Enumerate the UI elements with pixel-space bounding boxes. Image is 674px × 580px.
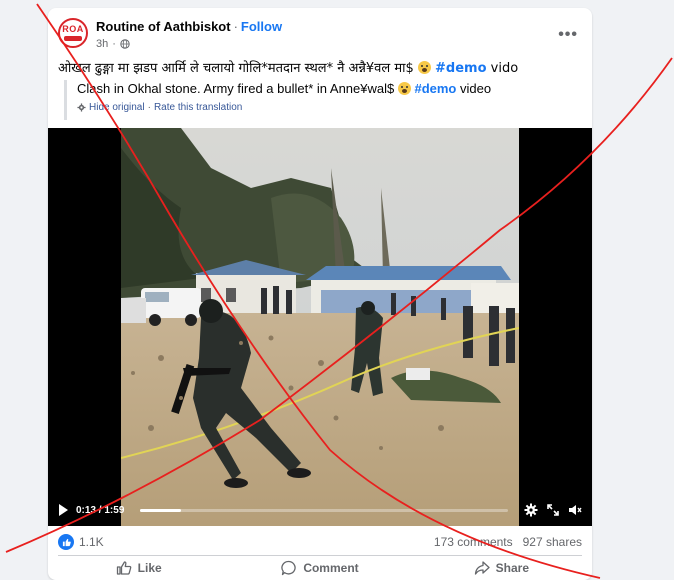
like-label: Like bbox=[137, 561, 162, 575]
post-meta: 3h · bbox=[96, 38, 130, 50]
share-button[interactable]: Share bbox=[411, 556, 592, 580]
share-count[interactable]: 927 shares bbox=[523, 535, 582, 549]
current-time: 0:13 bbox=[76, 504, 97, 516]
play-icon[interactable] bbox=[58, 504, 68, 516]
post-text-main: ओखल ढुङ्गा मा झडप आर्मि ले चलायो गोलि*मत… bbox=[58, 61, 418, 76]
translation-hashtag-link[interactable]: #demo bbox=[414, 81, 456, 96]
shocked-emoji-icon bbox=[397, 82, 411, 95]
video-time: 0:13 / 1:59 bbox=[76, 505, 124, 516]
share-label: Share bbox=[495, 561, 529, 575]
rate-translation-link[interactable]: Rate this translation bbox=[154, 102, 242, 113]
translation-text: Clash in Okhal stone. Army fired a bulle… bbox=[77, 80, 584, 98]
shocked-emoji-icon bbox=[417, 61, 431, 74]
translation-links: Hide original · Rate this translation bbox=[77, 102, 584, 113]
follow-button[interactable]: Follow bbox=[241, 19, 282, 34]
post-time[interactable]: 3h bbox=[96, 38, 108, 50]
post-hashtag-link[interactable]: #demo bbox=[435, 61, 487, 76]
settings-icon[interactable] bbox=[524, 503, 538, 517]
comment-icon bbox=[281, 560, 297, 576]
translation-text-main: Clash in Okhal stone. Army fired a bulle… bbox=[77, 81, 398, 96]
translation-block: Clash in Okhal stone. Army fired a bulle… bbox=[64, 80, 584, 120]
translation-text-end: video bbox=[456, 81, 492, 96]
avatar-logo-bar bbox=[64, 36, 82, 41]
comment-label: Comment bbox=[303, 561, 359, 575]
like-button[interactable]: Like bbox=[48, 556, 229, 580]
post-text-end: vido bbox=[486, 61, 519, 76]
post-header: ROA Routine of Aathbiskot · Follow 3h · ••… bbox=[58, 18, 582, 58]
video-controls: 0:13 / 1:59 bbox=[48, 494, 592, 526]
page-name-link[interactable]: Routine of Aathbiskot bbox=[96, 19, 231, 34]
video-progress-fill bbox=[140, 508, 181, 512]
post-stats: 1.1K 173 comments 927 shares bbox=[58, 532, 582, 552]
gear-icon bbox=[77, 103, 86, 112]
video-progress-bar[interactable] bbox=[140, 508, 508, 512]
like-icon bbox=[116, 561, 131, 575]
translation-dot: · bbox=[147, 102, 151, 113]
like-count[interactable]: 1.1K bbox=[79, 535, 104, 549]
video-player[interactable]: 0:13 / 1:59 bbox=[48, 128, 592, 526]
page-avatar[interactable]: ROA bbox=[58, 18, 88, 48]
hide-original-link[interactable]: Hide original bbox=[89, 102, 145, 113]
duration: 1:59 bbox=[104, 504, 125, 516]
like-reaction-icon[interactable] bbox=[58, 534, 74, 550]
video-frame bbox=[121, 128, 519, 526]
action-bar: Like Comment Share bbox=[48, 556, 592, 580]
post-card: ROA Routine of Aathbiskot · Follow 3h · ••… bbox=[48, 8, 592, 580]
globe-icon bbox=[120, 39, 130, 49]
more-icon[interactable]: ••• bbox=[558, 26, 578, 44]
stats-right: 173 comments 927 shares bbox=[434, 535, 582, 549]
comment-button[interactable]: Comment bbox=[229, 556, 410, 580]
post-text: ओखल ढुङ्गा मा झडप आर्मि ले चलायो गोलि*मत… bbox=[58, 58, 582, 76]
avatar-logo-text: ROA bbox=[62, 24, 84, 34]
volume-icon[interactable] bbox=[568, 503, 582, 517]
meta-separator: · bbox=[112, 38, 116, 50]
name-row: Routine of Aathbiskot · Follow bbox=[96, 19, 282, 34]
name-separator: · bbox=[233, 19, 238, 34]
fullscreen-icon[interactable] bbox=[546, 503, 560, 517]
comment-count[interactable]: 173 comments bbox=[434, 535, 513, 549]
share-icon bbox=[474, 561, 490, 575]
